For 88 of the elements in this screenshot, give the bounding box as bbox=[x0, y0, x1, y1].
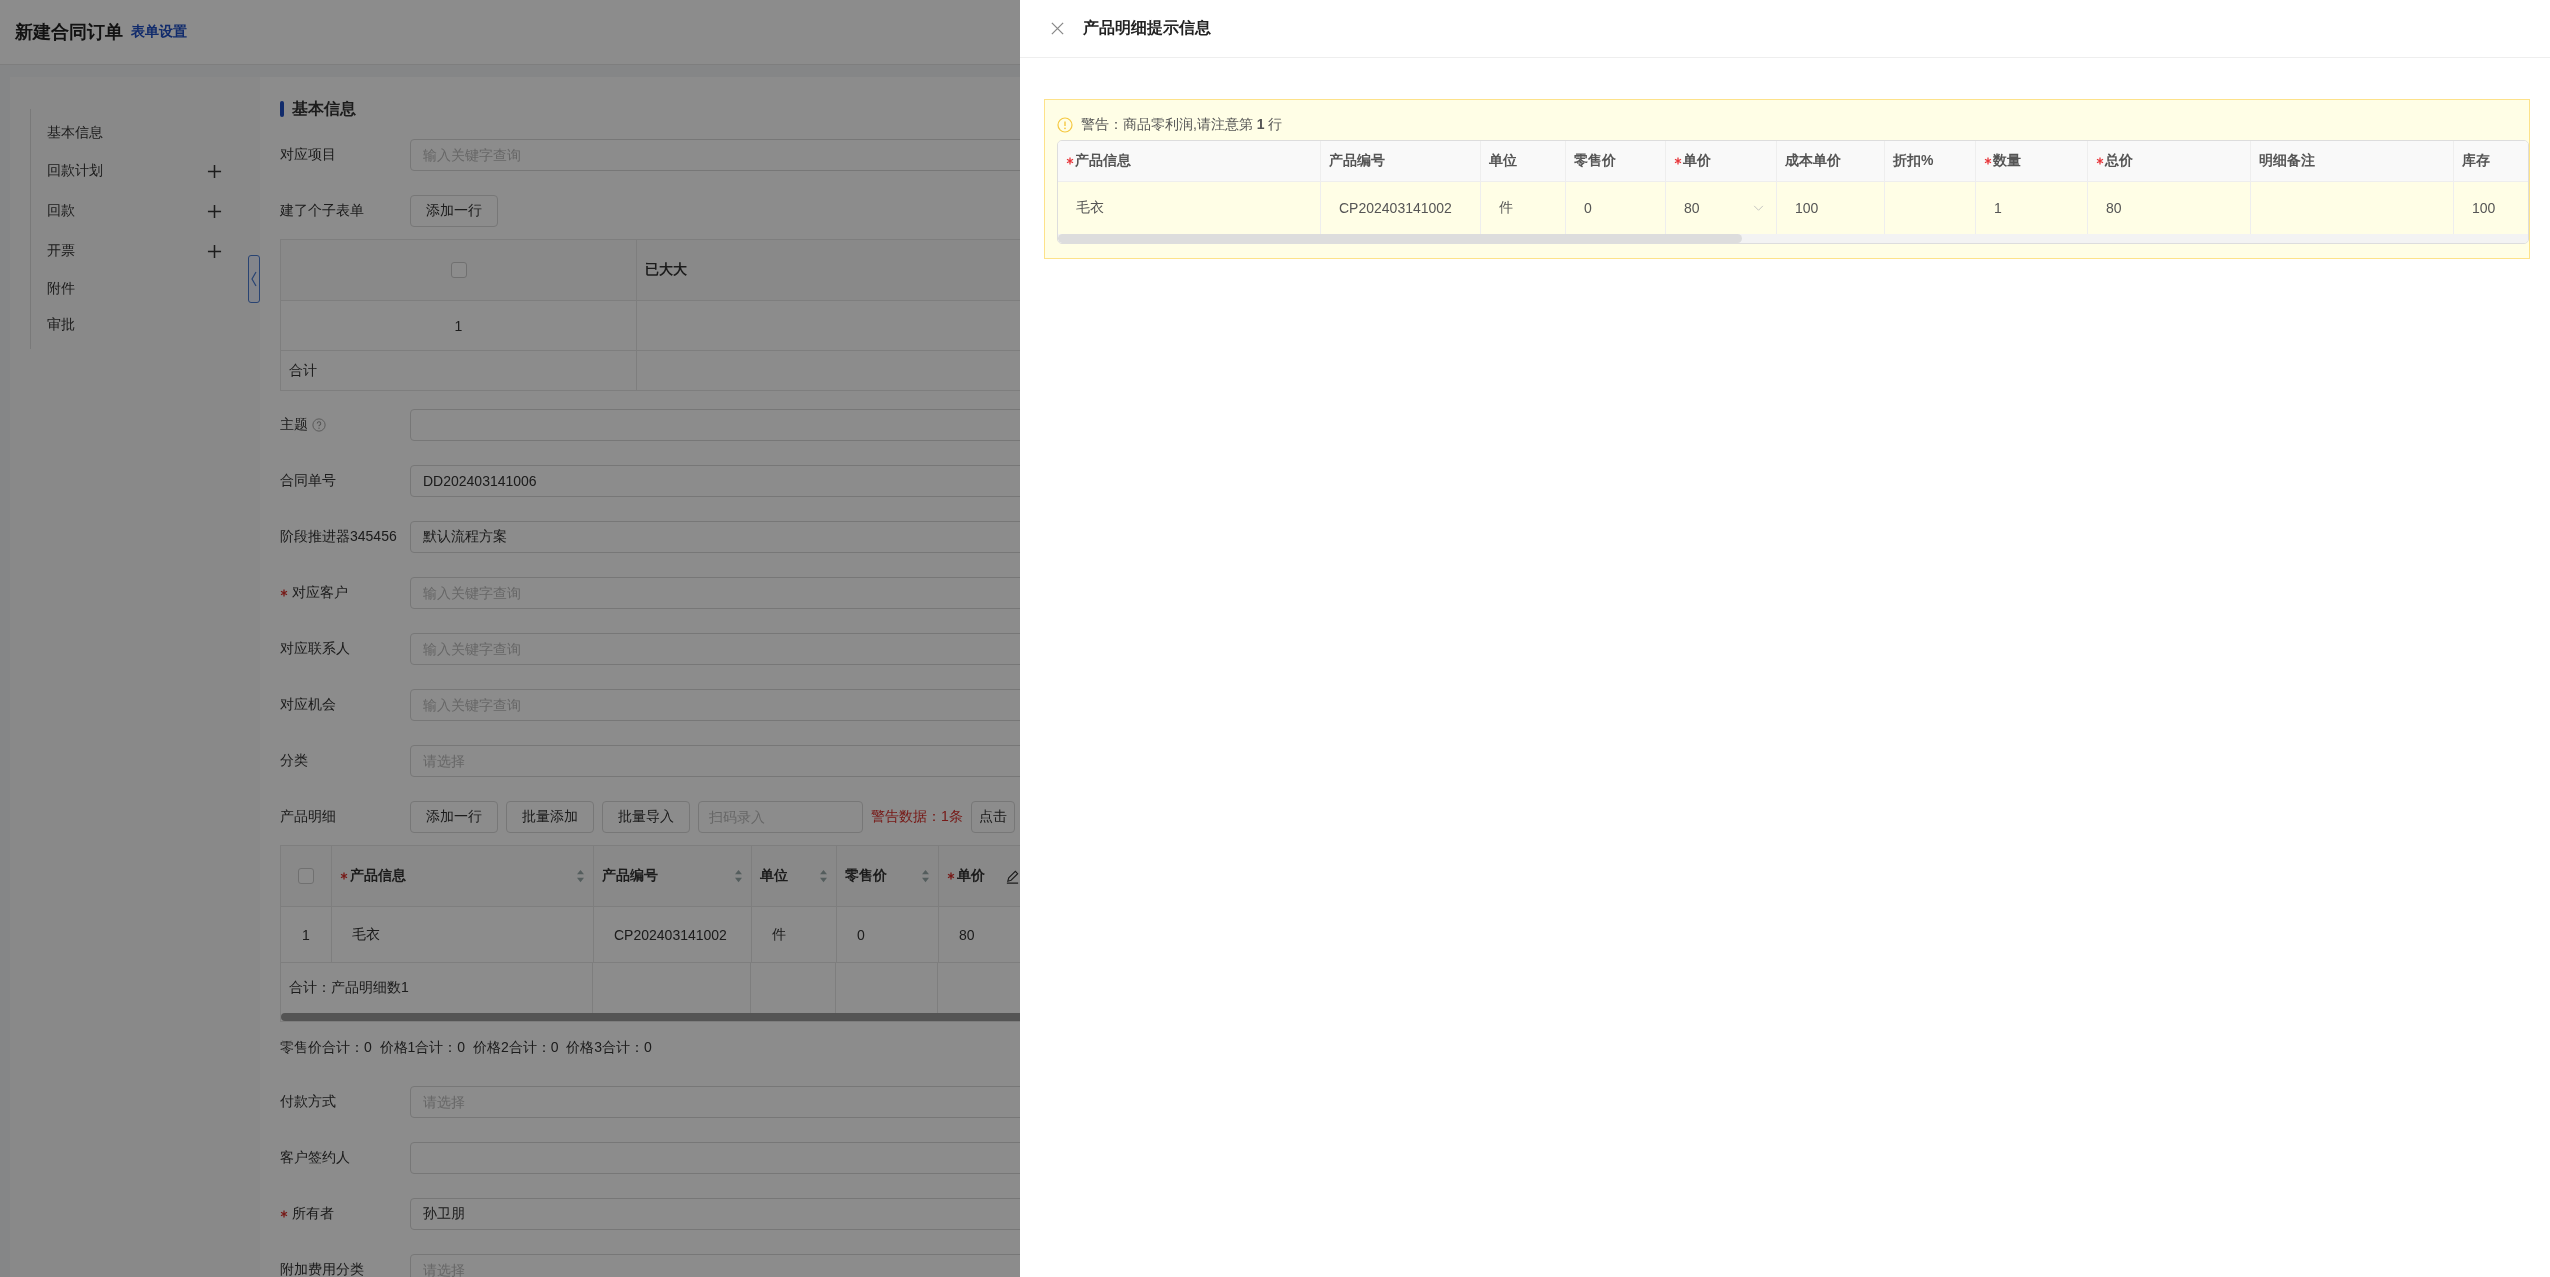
total-label: 合计 bbox=[289, 361, 317, 380]
field-label: 合同单号 bbox=[280, 472, 336, 490]
column-header: 单位 bbox=[1489, 152, 1517, 170]
form-settings-link[interactable]: 表单设置 bbox=[131, 23, 187, 41]
field-label: 产品明细 bbox=[280, 808, 336, 826]
add-icon[interactable] bbox=[207, 163, 223, 179]
input-field[interactable]: 孙卫朋 bbox=[410, 1198, 1020, 1230]
sort-icon[interactable] bbox=[734, 869, 743, 883]
column-header: 产品信息 bbox=[350, 867, 406, 885]
page-title: 新建合同订单 bbox=[15, 21, 123, 44]
sidebar-item[interactable]: 审批 bbox=[47, 316, 75, 334]
table-cell: 100 bbox=[1795, 200, 1819, 216]
table-cell: 1 bbox=[1994, 200, 2002, 216]
field-label: 阶段推进器345456 bbox=[280, 528, 397, 546]
help-icon[interactable] bbox=[312, 418, 326, 432]
field-label: 所有者 bbox=[292, 1205, 334, 1223]
info-icon bbox=[1057, 117, 1073, 133]
table-cell: 毛衣 bbox=[1076, 199, 1104, 217]
total-label: 合计：产品明细数1 bbox=[289, 979, 409, 997]
section-title: 基本信息 bbox=[292, 98, 356, 119]
input-field[interactable]: DD202403141006 bbox=[410, 465, 1020, 497]
sort-icon[interactable] bbox=[819, 869, 828, 883]
drawer-title: 产品明细提示信息 bbox=[1083, 18, 1211, 38]
field-label: 建了个子表单 bbox=[280, 202, 364, 220]
warning-message: 警告：商品零利润,请注意第 1 行 bbox=[1081, 116, 1283, 134]
column-header: 总价 bbox=[2105, 152, 2133, 170]
table-cell: 80 bbox=[2106, 200, 2122, 216]
field-label: 对应机会 bbox=[280, 696, 336, 714]
price-select[interactable]: 80 bbox=[1684, 200, 1764, 216]
sidebar-item[interactable]: 基本信息 bbox=[47, 124, 103, 142]
checkbox[interactable] bbox=[298, 868, 314, 884]
add-icon[interactable] bbox=[207, 203, 223, 219]
column-header: 零售价 bbox=[1574, 152, 1616, 170]
field-label: 客户签约人 bbox=[280, 1149, 350, 1167]
table-cell: 件 bbox=[1499, 199, 1513, 217]
table-cell: 0 bbox=[1584, 200, 1592, 216]
column-header: 产品编号 bbox=[602, 867, 658, 885]
scrollbar[interactable] bbox=[281, 1013, 1020, 1021]
field-label: 付款方式 bbox=[280, 1093, 336, 1111]
table-cell: 0 bbox=[857, 926, 865, 943]
field-label: 对应客户 bbox=[292, 584, 348, 602]
add-icon[interactable] bbox=[207, 243, 223, 259]
row-number: 1 bbox=[302, 926, 310, 943]
totals-summary: 零售价合计：0 价格1合计：0 价格2合计：0 价格3合计：0 bbox=[280, 1039, 652, 1057]
sidebar-item[interactable]: 回款计划 bbox=[47, 162, 103, 180]
scrollbar[interactable] bbox=[1058, 234, 1742, 243]
sidebar-item[interactable]: 开票 bbox=[47, 242, 75, 260]
add-row-button[interactable]: 添加一行 bbox=[410, 195, 498, 227]
sort-icon[interactable] bbox=[576, 869, 585, 883]
column-header: 成本单价 bbox=[1785, 152, 1841, 170]
table-cell: 毛衣 bbox=[352, 925, 380, 944]
column-header: 产品编号 bbox=[1329, 152, 1385, 170]
chevron-down-icon[interactable] bbox=[1753, 204, 1764, 212]
field-label: 对应项目 bbox=[280, 146, 336, 164]
sort-icon[interactable] bbox=[921, 869, 930, 883]
checkbox[interactable] bbox=[450, 262, 467, 278]
toolbar-button[interactable]: 批量导入 bbox=[602, 801, 690, 833]
table-cell: 100 bbox=[2472, 200, 2496, 216]
collapse-handle[interactable] bbox=[248, 255, 260, 303]
toolbar-button[interactable]: 批量添加 bbox=[506, 801, 594, 833]
column-header: 产品信息 bbox=[1075, 152, 1131, 170]
column-header: 零售价 bbox=[845, 867, 887, 885]
close-icon[interactable] bbox=[1050, 21, 1065, 36]
row-number: 1 bbox=[454, 317, 463, 334]
table-cell: 80 bbox=[959, 926, 975, 943]
field-label: 主题 bbox=[280, 416, 308, 434]
toolbar-button[interactable]: 添加一行 bbox=[410, 801, 498, 833]
table-cell: CP202403141002 bbox=[1339, 200, 1452, 216]
column-header: 明细备注 bbox=[2259, 152, 2315, 170]
sidebar-item[interactable]: 附件 bbox=[47, 280, 75, 298]
column-header: 折扣% bbox=[1893, 152, 1934, 170]
field-label: 对应联系人 bbox=[280, 640, 350, 658]
column-header: 库存 bbox=[2462, 152, 2490, 170]
table-cell: 件 bbox=[772, 925, 786, 944]
sidebar-item[interactable]: 回款 bbox=[47, 202, 75, 220]
column-header: 已大大 bbox=[645, 261, 687, 279]
pencil-icon[interactable] bbox=[1005, 868, 1020, 884]
view-button[interactable]: 点击 bbox=[970, 801, 1015, 833]
column-header: 单位 bbox=[760, 867, 788, 885]
table-cell: CP202403141002 bbox=[614, 926, 727, 943]
column-header: 单价 bbox=[1683, 152, 1711, 170]
column-header: 数量 bbox=[1993, 152, 2021, 170]
warning-count: 警告数据：1条 bbox=[871, 808, 963, 826]
field-label: 分类 bbox=[280, 752, 308, 770]
section-marker bbox=[280, 101, 284, 117]
field-label: 附加费用分类 bbox=[280, 1261, 364, 1277]
input-field[interactable]: 默认流程方案 bbox=[410, 521, 1020, 553]
column-header: 单价 bbox=[957, 867, 985, 885]
